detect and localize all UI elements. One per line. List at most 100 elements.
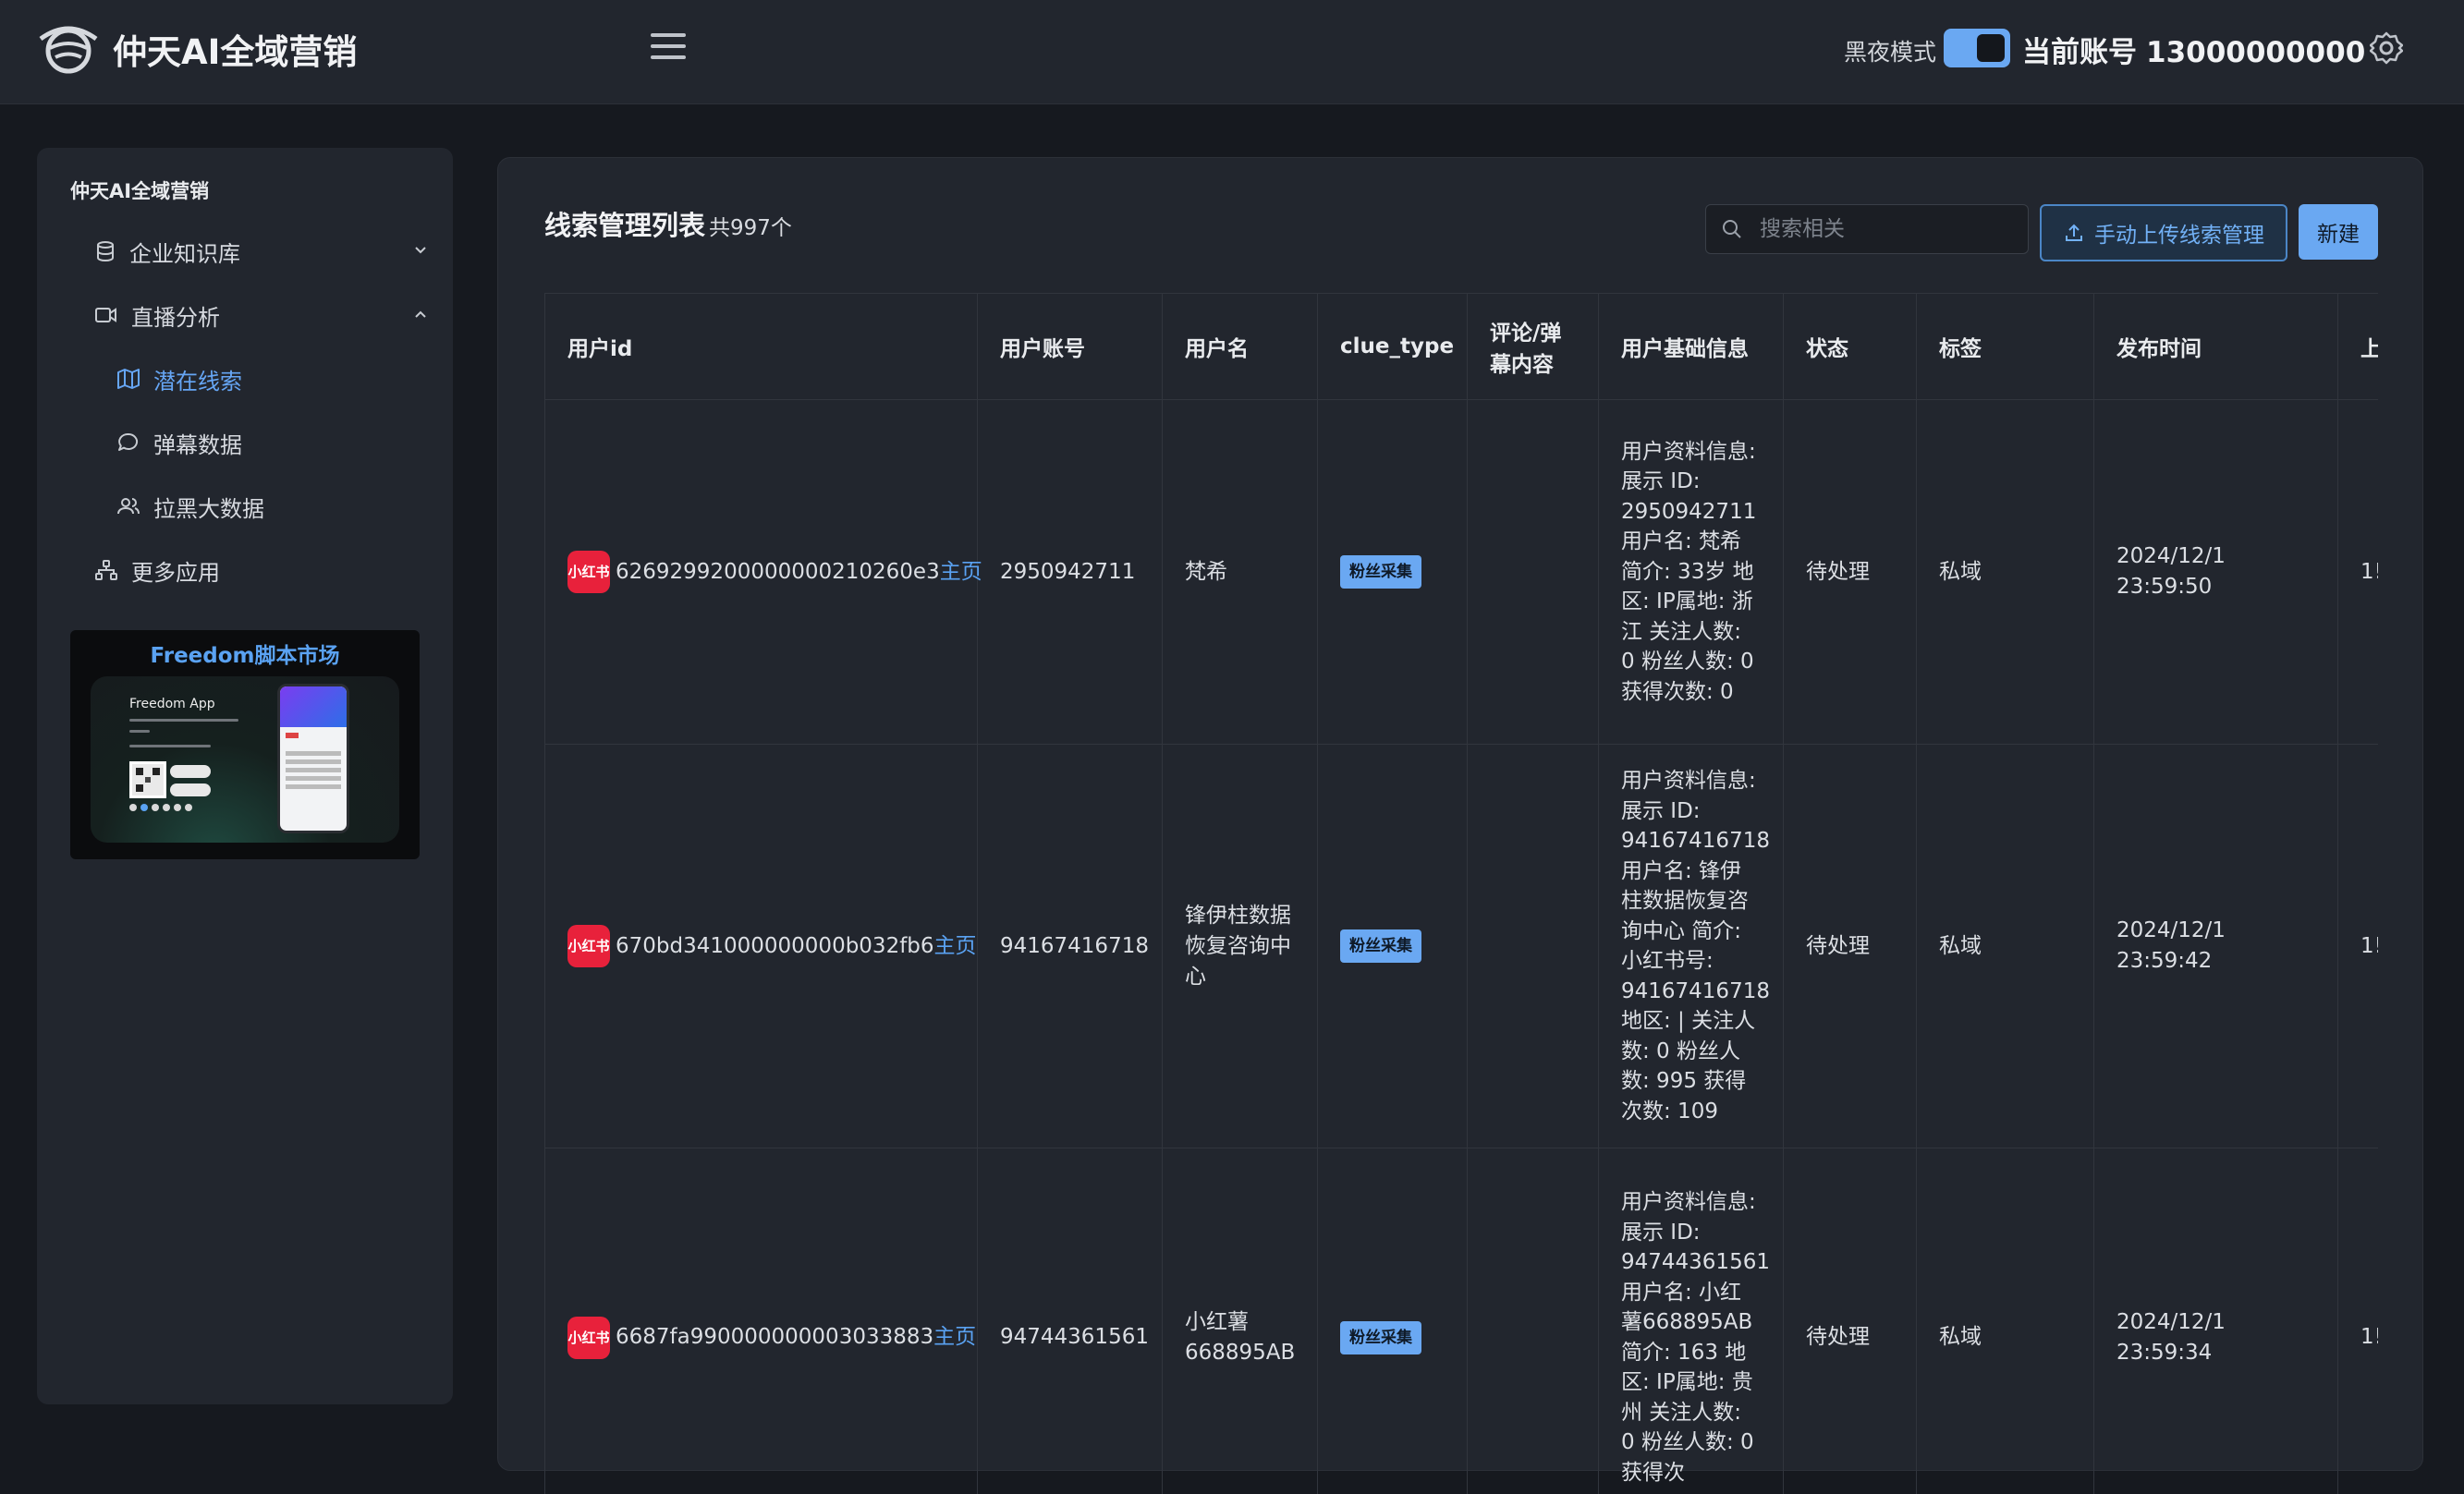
column-header-comment[interactable]: 评论/弹幕内容 [1468, 294, 1599, 400]
account-label: 当前账号 [2022, 36, 2137, 69]
upload-leads-button[interactable]: 手动上传线索管理 [2040, 204, 2287, 261]
home-link[interactable]: 主页 [933, 1322, 976, 1353]
chevron-down-icon [414, 246, 427, 255]
cell-account: 94167416718 [978, 745, 1163, 1148]
cell-account: 2950942711 [978, 400, 1163, 745]
qr-code-icon [129, 761, 166, 798]
cell-user-id: 小红书6687fa990000000003033883主页 [545, 1148, 978, 1494]
cell-status: 待处理 [1784, 1148, 1917, 1494]
cell-status: 待处理 [1784, 400, 1917, 745]
video-icon [94, 304, 118, 326]
column-header-status[interactable]: 状态 [1784, 294, 1917, 400]
column-header-basic-info[interactable]: 用户基础信息 [1599, 294, 1784, 400]
sidebar-item-danmaku-data[interactable]: 弹幕数据 [116, 419, 394, 466]
sidebar: 仲天AI全域营销 企业知识库 直播分析 潜在线索 弹幕数据 拉黑大数据 更多应用… [37, 148, 453, 1404]
column-header-clue-type[interactable]: clue_type [1318, 294, 1468, 400]
cell-publish-time: 2024/12/1 23:59:50 [2094, 400, 2338, 745]
user-id-text: 6269299200000000210260e3 [616, 557, 940, 588]
cell-comment [1468, 400, 1599, 745]
cell-tag: 私域 [1917, 400, 2094, 745]
cell-clue-type: 粉丝采集 [1318, 400, 1468, 745]
cell-tag: 私域 [1917, 1148, 2094, 1494]
cell-clue-type: 粉丝采集 [1318, 1148, 1468, 1494]
user-id-text: 670bd341000000000b032fb6 [616, 931, 934, 962]
new-button-label: 新建 [2317, 216, 2360, 248]
map-icon [116, 368, 140, 390]
list-count: 共997个 [709, 216, 792, 240]
sidebar-item-blacklist-data[interactable]: 拉黑大数据 [116, 483, 394, 529]
top-bar: 仲天AI全域营销 黑夜模式 当前账号13000000000 [0, 0, 2464, 104]
column-header-username[interactable]: 用户名 [1163, 294, 1318, 400]
upload-leads-label: 手动上传线索管理 [2094, 217, 2264, 249]
xiaohongshu-icon: 小红书 [567, 925, 610, 967]
column-header-account[interactable]: 用户账号 [978, 294, 1163, 400]
column-header-tag[interactable]: 标签 [1917, 294, 2094, 400]
table-row: 小红书670bd341000000000b032fb6主页 9416741671… [545, 745, 2379, 1148]
sidebar-title: 仲天AI全域营销 [70, 176, 209, 204]
cell-comment [1468, 745, 1599, 1148]
menu-toggle-icon[interactable] [651, 33, 686, 61]
table-row: 小红书6687fa990000000003033883主页 9474436156… [545, 1148, 2379, 1494]
home-link[interactable]: 主页 [934, 931, 977, 962]
page-title: 线索管理列表共997个 [544, 204, 792, 243]
cell-user-id: 小红书670bd341000000000b032fb6主页 [545, 745, 978, 1148]
search-icon [1721, 218, 1743, 240]
phone-mockup-icon [277, 684, 349, 833]
cell-extra: 1! [2338, 745, 2379, 1148]
account-number: 13000000000 [2146, 36, 2365, 69]
cell-status: 待处理 [1784, 745, 1917, 1148]
app-store-badge [170, 765, 211, 778]
database-icon [94, 240, 116, 262]
user-id-text: 6687fa990000000003033883 [616, 1322, 933, 1353]
chat-bubble-icon [116, 431, 140, 454]
cell-tag: 私域 [1917, 745, 2094, 1148]
promo-banner[interactable]: Freedom脚本市场 Freedom App [70, 630, 420, 859]
dark-mode-toggle[interactable] [1944, 29, 2010, 67]
cell-extra: 1! [2338, 1148, 2379, 1494]
sidebar-item-live-analysis[interactable]: 直播分析 [94, 292, 436, 338]
upload-icon [2063, 222, 2085, 244]
cell-comment [1468, 1148, 1599, 1494]
sidebar-item-label: 更多应用 [131, 554, 220, 587]
table-row: 小红书6269299200000000210260e3主页 2950942711… [545, 400, 2379, 745]
logo-icon [37, 20, 100, 74]
cell-username: 小红薯668895AB [1163, 1148, 1318, 1494]
clue-type-badge: 粉丝采集 [1340, 1321, 1421, 1354]
dark-mode-label: 黑夜模式 [1844, 34, 1936, 67]
home-link[interactable]: 主页 [940, 557, 982, 588]
promo-title: Freedom脚本市场 [70, 638, 420, 669]
current-account: 当前账号 13000000000 [2022, 29, 2365, 70]
column-header-user-id[interactable]: 用户id [545, 294, 978, 400]
column-header-more[interactable]: 上 [2338, 294, 2379, 400]
sidebar-item-label: 拉黑大数据 [153, 491, 264, 523]
clue-type-badge: 粉丝采集 [1340, 929, 1421, 963]
social-icons [129, 804, 192, 811]
search-box[interactable] [1705, 204, 2029, 254]
new-button[interactable]: 新建 [2299, 204, 2378, 260]
leads-table: 用户id 用户账号 用户名 clue_type 评论/弹幕内容 用户基础信息 状… [544, 293, 2378, 1494]
promo-text-line [129, 719, 238, 722]
gear-icon[interactable] [2370, 31, 2403, 65]
cell-extra: 1! [2338, 400, 2379, 745]
sidebar-item-label: 潜在线索 [153, 363, 242, 395]
xiaohongshu-icon: 小红书 [567, 551, 610, 593]
cell-clue-type: 粉丝采集 [1318, 745, 1468, 1148]
sidebar-item-label: 企业知识库 [129, 236, 240, 268]
search-input[interactable] [1758, 205, 2020, 253]
promo-text-line [129, 745, 211, 747]
cell-publish-time: 2024/12/1 23:59:42 [2094, 745, 2338, 1148]
sidebar-item-knowledge-base[interactable]: 企业知识库 [94, 228, 436, 274]
sidebar-item-more-apps[interactable]: 更多应用 [94, 547, 436, 593]
cell-basic-info: 用户资料信息: 展示 ID: 94167416718 用户名: 锋伊柱数据恢复咨… [1599, 745, 1784, 1148]
cell-username: 梵希 [1163, 400, 1318, 745]
table-header-row: 用户id 用户账号 用户名 clue_type 评论/弹幕内容 用户基础信息 状… [545, 294, 2379, 400]
cell-basic-info: 用户资料信息: 展示 ID: 94744361561 用户名: 小红薯66889… [1599, 1148, 1784, 1494]
promo-card: Freedom App [91, 676, 399, 843]
main-panel: 线索管理列表共997个 手动上传线索管理 新建 用户id 用户账号 用户名 cl… [497, 157, 2423, 1471]
cell-username: 锋伊柱数据恢复咨询中心 [1163, 745, 1318, 1148]
sidebar-item-label: 弹幕数据 [153, 427, 242, 459]
play-store-badge [170, 783, 211, 796]
column-header-publish-time[interactable]: 发布时间 [2094, 294, 2338, 400]
sidebar-item-potential-leads[interactable]: 潜在线索 [116, 356, 394, 402]
cell-account: 94744361561 [978, 1148, 1163, 1494]
